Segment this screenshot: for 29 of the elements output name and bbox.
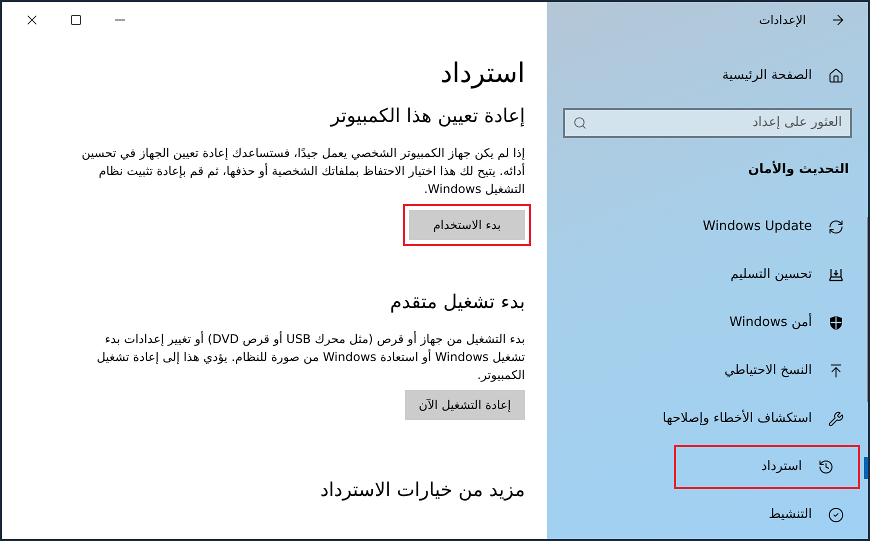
section-description: إذا لم يكن جهاز الكمبيوتر الشخصي يعمل جيدًا، فستساعدك إعادة تعيين الجهاز في تحسين أدائه. يتيح لك هذا اختيار الاحتفاظ بملفاتك الشخصية أو حذفها، ثم قم بإعادة تثبيت نظام التشغيل Windows. <box>80 145 525 198</box>
search-field[interactable]: العثور على إعداد <box>563 108 852 138</box>
nav-item[interactable]: استكشاف الأخطاء وإصلاحها <box>662 397 868 442</box>
section-description: بدء التشغيل من جهاز أو قرص (مثل محرك USB أو قرص DVD) أو تغيير إعدادات بدء تشغيل Windows أو استعادة Windows من صورة للنظام. يؤدي هذا إلى إعادة تشغيل الكمبيوتر. <box>96 330 525 384</box>
check-circle-icon <box>828 507 844 524</box>
home-link[interactable]: الصفحة الرئيسية <box>722 66 812 86</box>
action-button[interactable]: بدء الاستخدام <box>409 210 525 240</box>
page-title: استرداد <box>439 57 525 91</box>
download-tray-icon <box>828 267 844 284</box>
nav-item[interactable]: أمن Windows <box>729 301 868 346</box>
history-icon <box>818 459 834 476</box>
wrench-icon <box>828 411 844 428</box>
search-icon <box>573 116 587 130</box>
refresh-icon <box>828 219 844 236</box>
nav-item[interactable]: التنشيط <box>768 493 868 538</box>
section-heading: بدء تشغيل متقدم <box>388 290 525 315</box>
arrow-up-icon <box>828 363 844 380</box>
nav-item[interactable]: تحسين التسليم <box>730 253 868 298</box>
maximize-icon[interactable] <box>70 14 82 26</box>
action-button[interactable]: إعادة التشغيل الآن <box>404 390 525 420</box>
nav-item[interactable]: استرداد <box>674 445 860 490</box>
section-title: التحديث والأمان <box>747 160 850 179</box>
home-icon[interactable] <box>828 68 844 84</box>
section-heading: إعادة تعيين هذا الكمبيوتر <box>329 104 525 129</box>
section-heading: مزيد من خيارات الاسترداد <box>319 478 525 503</box>
nav-item[interactable]: النسخ الاحتياطي <box>724 349 868 394</box>
nav-item[interactable]: Windows Update <box>702 205 868 250</box>
shield-icon <box>828 315 844 332</box>
settings-title: الإعدادات <box>759 12 806 29</box>
